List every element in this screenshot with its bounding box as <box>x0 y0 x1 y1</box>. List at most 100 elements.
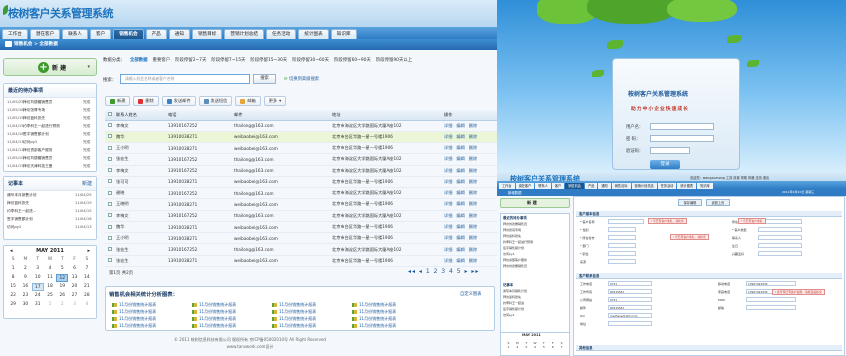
tab-products[interactable]: 产品 <box>145 29 167 39</box>
action-link[interactable]: 编辑 <box>456 123 464 128</box>
calendar-day[interactable]: 10 <box>32 274 44 282</box>
login-button[interactable]: 登录 <box>650 160 680 169</box>
checkbox[interactable] <box>107 156 112 161</box>
captcha-input[interactable] <box>650 147 690 154</box>
tab-potential-clients[interactable]: 潜在客户 <box>29 29 61 39</box>
action-link[interactable]: 删除 <box>469 156 477 161</box>
action-link[interactable]: 详细 <box>444 247 452 252</box>
report-link[interactable]: 11月份销售统计报表 <box>352 302 396 308</box>
action-link[interactable]: 编辑 <box>456 190 464 195</box>
tab-workbench[interactable]: 工作台 <box>2 29 28 39</box>
report-link[interactable]: 11月份销售统计报表 <box>192 316 236 322</box>
col-header-address[interactable]: 地址 <box>330 110 442 121</box>
filter-option[interactable]: 阶段停留15~30天 <box>250 57 287 63</box>
calendar-day[interactable]: 29 <box>7 301 19 309</box>
calendar-day[interactable]: 2 <box>19 265 31 273</box>
calendar-day[interactable]: 31 <box>32 301 44 309</box>
mini-note[interactable]: 拜访蓝科张先 <box>503 295 521 299</box>
action-link[interactable]: 删除 <box>469 190 477 195</box>
form-input[interactable]: 0731 <box>608 281 652 286</box>
contact-name[interactable]: 李梅文 <box>114 210 166 222</box>
calendar-day[interactable]: 28 <box>81 292 93 300</box>
contact-name[interactable]: 张宏生 <box>114 153 166 166</box>
filter-option[interactable]: 阶段停留2~7天 <box>175 57 206 63</box>
action-link[interactable]: 详细 <box>444 134 452 139</box>
row-checkbox[interactable] <box>105 232 114 245</box>
list-item[interactable]: 11/04/16 签字销售额计划 完成 <box>4 130 96 138</box>
action-link[interactable]: 编辑 <box>456 235 464 240</box>
checkbox[interactable] <box>107 145 112 150</box>
list-item[interactable]: 拜访蓝科张先 11/04/19 <box>4 199 96 207</box>
report-link[interactable]: 11月份销售统计报表 <box>272 302 316 308</box>
pagination[interactable]: ◂◂ ◂ 1 2 3 4 5 ▸ ▸▸ <box>408 268 479 275</box>
calendar-day[interactable]: 1 <box>504 345 513 349</box>
mini-note[interactable]: 通写本月销售计划 <box>503 289 527 293</box>
form-input[interactable] <box>758 235 802 240</box>
row-checkbox[interactable] <box>105 120 114 132</box>
tab-knowledge[interactable]: 知识库 <box>330 29 357 39</box>
calendar-day[interactable]: 16 <box>19 283 31 291</box>
form-input[interactable] <box>608 321 652 326</box>
table-row[interactable]: 张宏生 13910038271 weibaobei@163.com 北京市台区华路一星… <box>105 255 497 268</box>
list-item[interactable]: 11/05/19 拜访蓝科张先 完成 <box>4 114 96 122</box>
form-input[interactable] <box>608 235 636 240</box>
form-input[interactable] <box>758 251 802 256</box>
filter-option[interactable]: 阶段停留7~15天 <box>211 57 245 63</box>
calendar-day[interactable]: 23 <box>19 292 31 300</box>
calendar-day[interactable]: 8 <box>7 274 19 282</box>
mini-task[interactable]: 签字销售额计划 <box>503 246 524 250</box>
action-link[interactable]: 详细 <box>444 224 452 229</box>
tab-sales-targets[interactable]: 销售目标 <box>191 29 223 39</box>
form-input[interactable]: 0731 <box>608 297 652 302</box>
table-row[interactable]: 张宏生 13910167252 thailong@163.com 北京市海淀区大学路国… <box>105 153 497 166</box>
report-link[interactable]: 11月份销售统计报表 <box>112 316 156 322</box>
calendar-day[interactable]: 7 <box>81 265 93 273</box>
calendar-day[interactable]: 6 <box>548 345 557 349</box>
mini-task[interactable]: 拜访刘德耀销售员 <box>503 222 527 226</box>
search-input[interactable]: 请输入机会名称或者客户名称 <box>120 74 250 84</box>
mini-task[interactable]: 约李科王一起进行预测 <box>503 240 533 244</box>
row-checkbox[interactable] <box>105 187 114 200</box>
checkbox[interactable] <box>107 247 112 252</box>
calendar-day[interactable]: 20 <box>68 283 80 291</box>
calendar-day[interactable]: 30 <box>19 301 31 309</box>
action-link[interactable]: 详细 <box>444 156 452 161</box>
table-row[interactable]: 李梅文 13910167252 thailong@163.com 北京市海淀区大学路国… <box>105 165 497 177</box>
action-link[interactable]: 编辑 <box>456 247 464 252</box>
contact-name[interactable]: 王小明 <box>114 142 166 155</box>
form-input[interactable] <box>608 219 644 224</box>
checkbox[interactable] <box>107 213 112 218</box>
report-link[interactable]: 11月份销售统计报表 <box>192 302 236 308</box>
contact-name[interactable]: 魏华 <box>114 221 166 234</box>
action-link[interactable]: 删除 <box>469 258 477 263</box>
action-link[interactable]: 删除 <box>469 213 477 218</box>
action-link[interactable]: 编辑 <box>456 201 464 206</box>
mini-task[interactable]: 拜访资部客户服务 <box>503 258 527 262</box>
contact-name[interactable]: 李梅文 <box>114 165 166 177</box>
list-item[interactable]: 访问py1 11/04/13 <box>4 223 96 231</box>
form-input[interactable] <box>746 305 796 310</box>
contact-name[interactable]: 王晓明 <box>114 198 166 211</box>
calendar-day[interactable]: 14 <box>81 274 93 282</box>
report-link[interactable]: 11月份销售统计报表 <box>272 323 316 329</box>
report-link[interactable]: 11月份销售统计报表 <box>352 316 396 322</box>
row-checkbox[interactable] <box>105 221 114 234</box>
mini-task[interactable]: 拜访张哥专场 <box>503 228 521 232</box>
calendar-day[interactable]: 1 <box>7 265 19 273</box>
action-link[interactable]: 详细 <box>444 258 452 263</box>
action-link[interactable]: 详细 <box>444 145 452 150</box>
mini-task[interactable]: 拜访刘德耀销售员 <box>503 264 527 268</box>
row-checkbox[interactable] <box>105 153 114 166</box>
tab-clients[interactable]: 客户 <box>89 29 112 39</box>
tab-tasks[interactable]: 任务活动 <box>265 29 297 39</box>
send-email-button[interactable]: 发送邮件 <box>161 96 196 106</box>
list-item[interactable]: 通写本月销售计划 11/04/25 <box>4 191 96 199</box>
list-item[interactable]: 11/04/12 拜访资部客户服务 完成 <box>4 146 96 154</box>
new-button[interactable]: + 新 建 ▾ <box>3 58 97 76</box>
form-input[interactable] <box>608 251 636 256</box>
calendar-day[interactable]: 4 <box>44 265 56 273</box>
tab-marketing-plans[interactable]: 营销计划总结 <box>224 29 264 39</box>
password-input[interactable] <box>650 135 714 142</box>
form-input[interactable] <box>608 227 636 232</box>
calendar-day[interactable]: 2 <box>56 301 68 309</box>
